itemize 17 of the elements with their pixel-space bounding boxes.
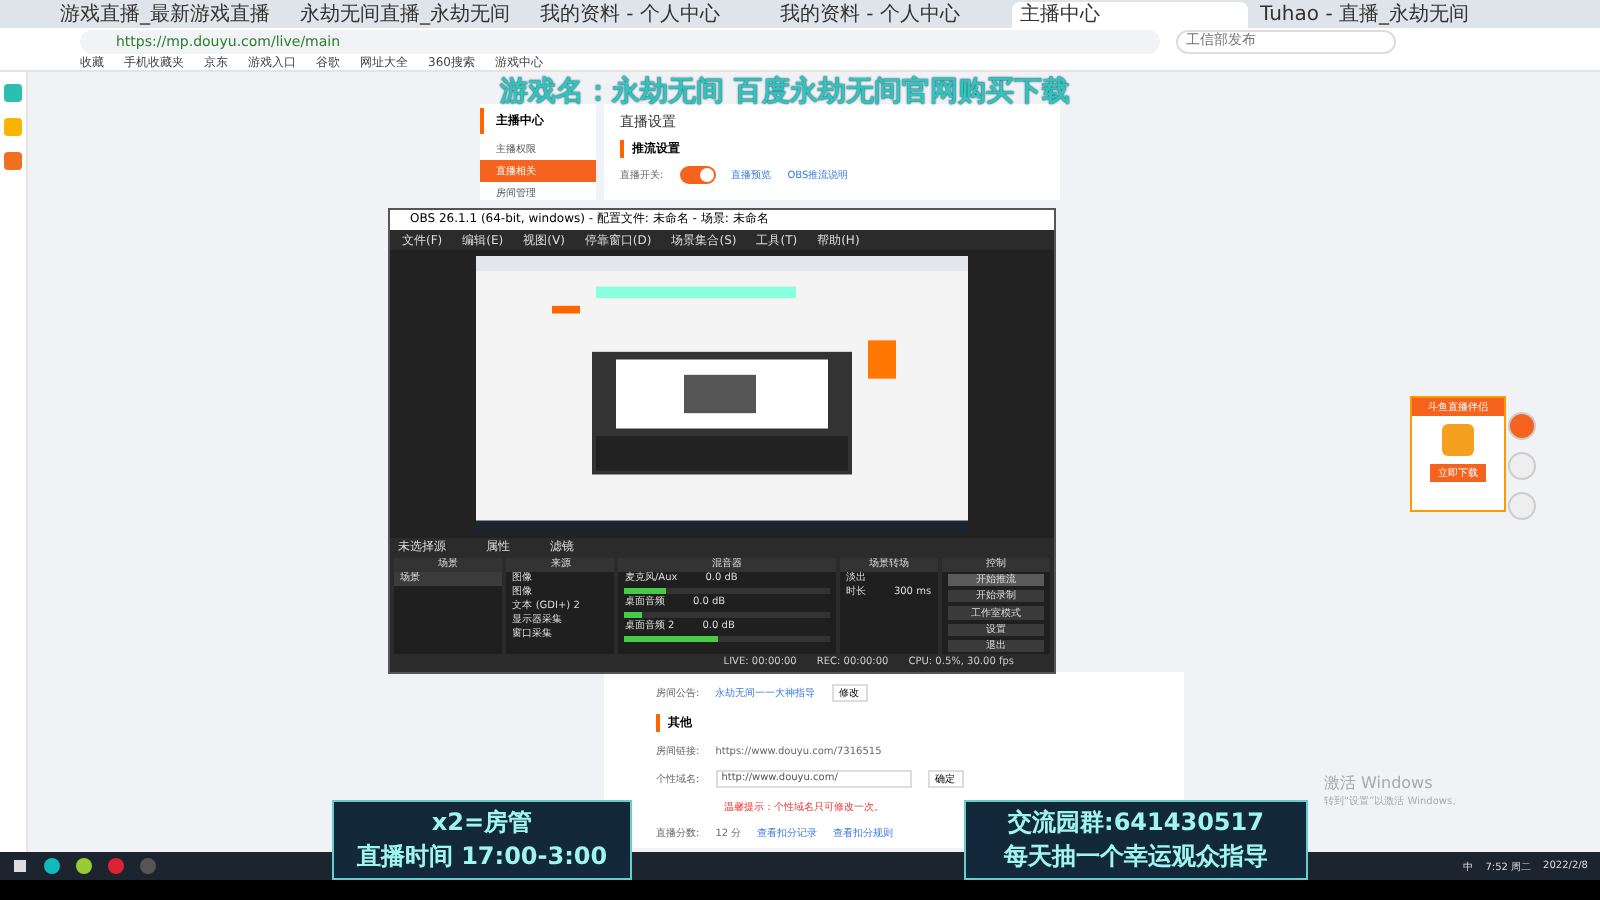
browser-tab[interactable]: 主播中心 [1012,2,1248,28]
overlay-text: 直播时间 17:00-3:00 [356,840,608,874]
browser-tab[interactable]: Tuhao - 直播_永劫无间 [1252,2,1488,28]
float-button[interactable] [1508,412,1536,440]
float-button[interactable] [1508,452,1536,480]
banner-title: 游戏名：永劫无间 百度永劫无间官网购买下载 [500,74,1070,110]
overlay-text: 每天抽一个幸运观众指导 [1004,840,1268,874]
overlay-text: x2=房管 [431,806,533,840]
activation-title: 激活 Windows [1324,772,1435,794]
browser-tab[interactable]: 我的资料 - 个人中心 [772,2,1008,28]
browser-tab[interactable]: 游戏直播_最新游戏直播 [52,2,288,28]
overlay-text: 交流园群:641430517 [1008,806,1264,840]
live-switch[interactable] [679,166,716,184]
float-button[interactable] [1508,492,1536,520]
windows-icon [12,858,28,874]
browser-tab[interactable]: 我的资料 - 个人中心 [532,2,768,28]
browser-tab[interactable]: 永劫无间直播_永劫无间 [292,2,528,28]
